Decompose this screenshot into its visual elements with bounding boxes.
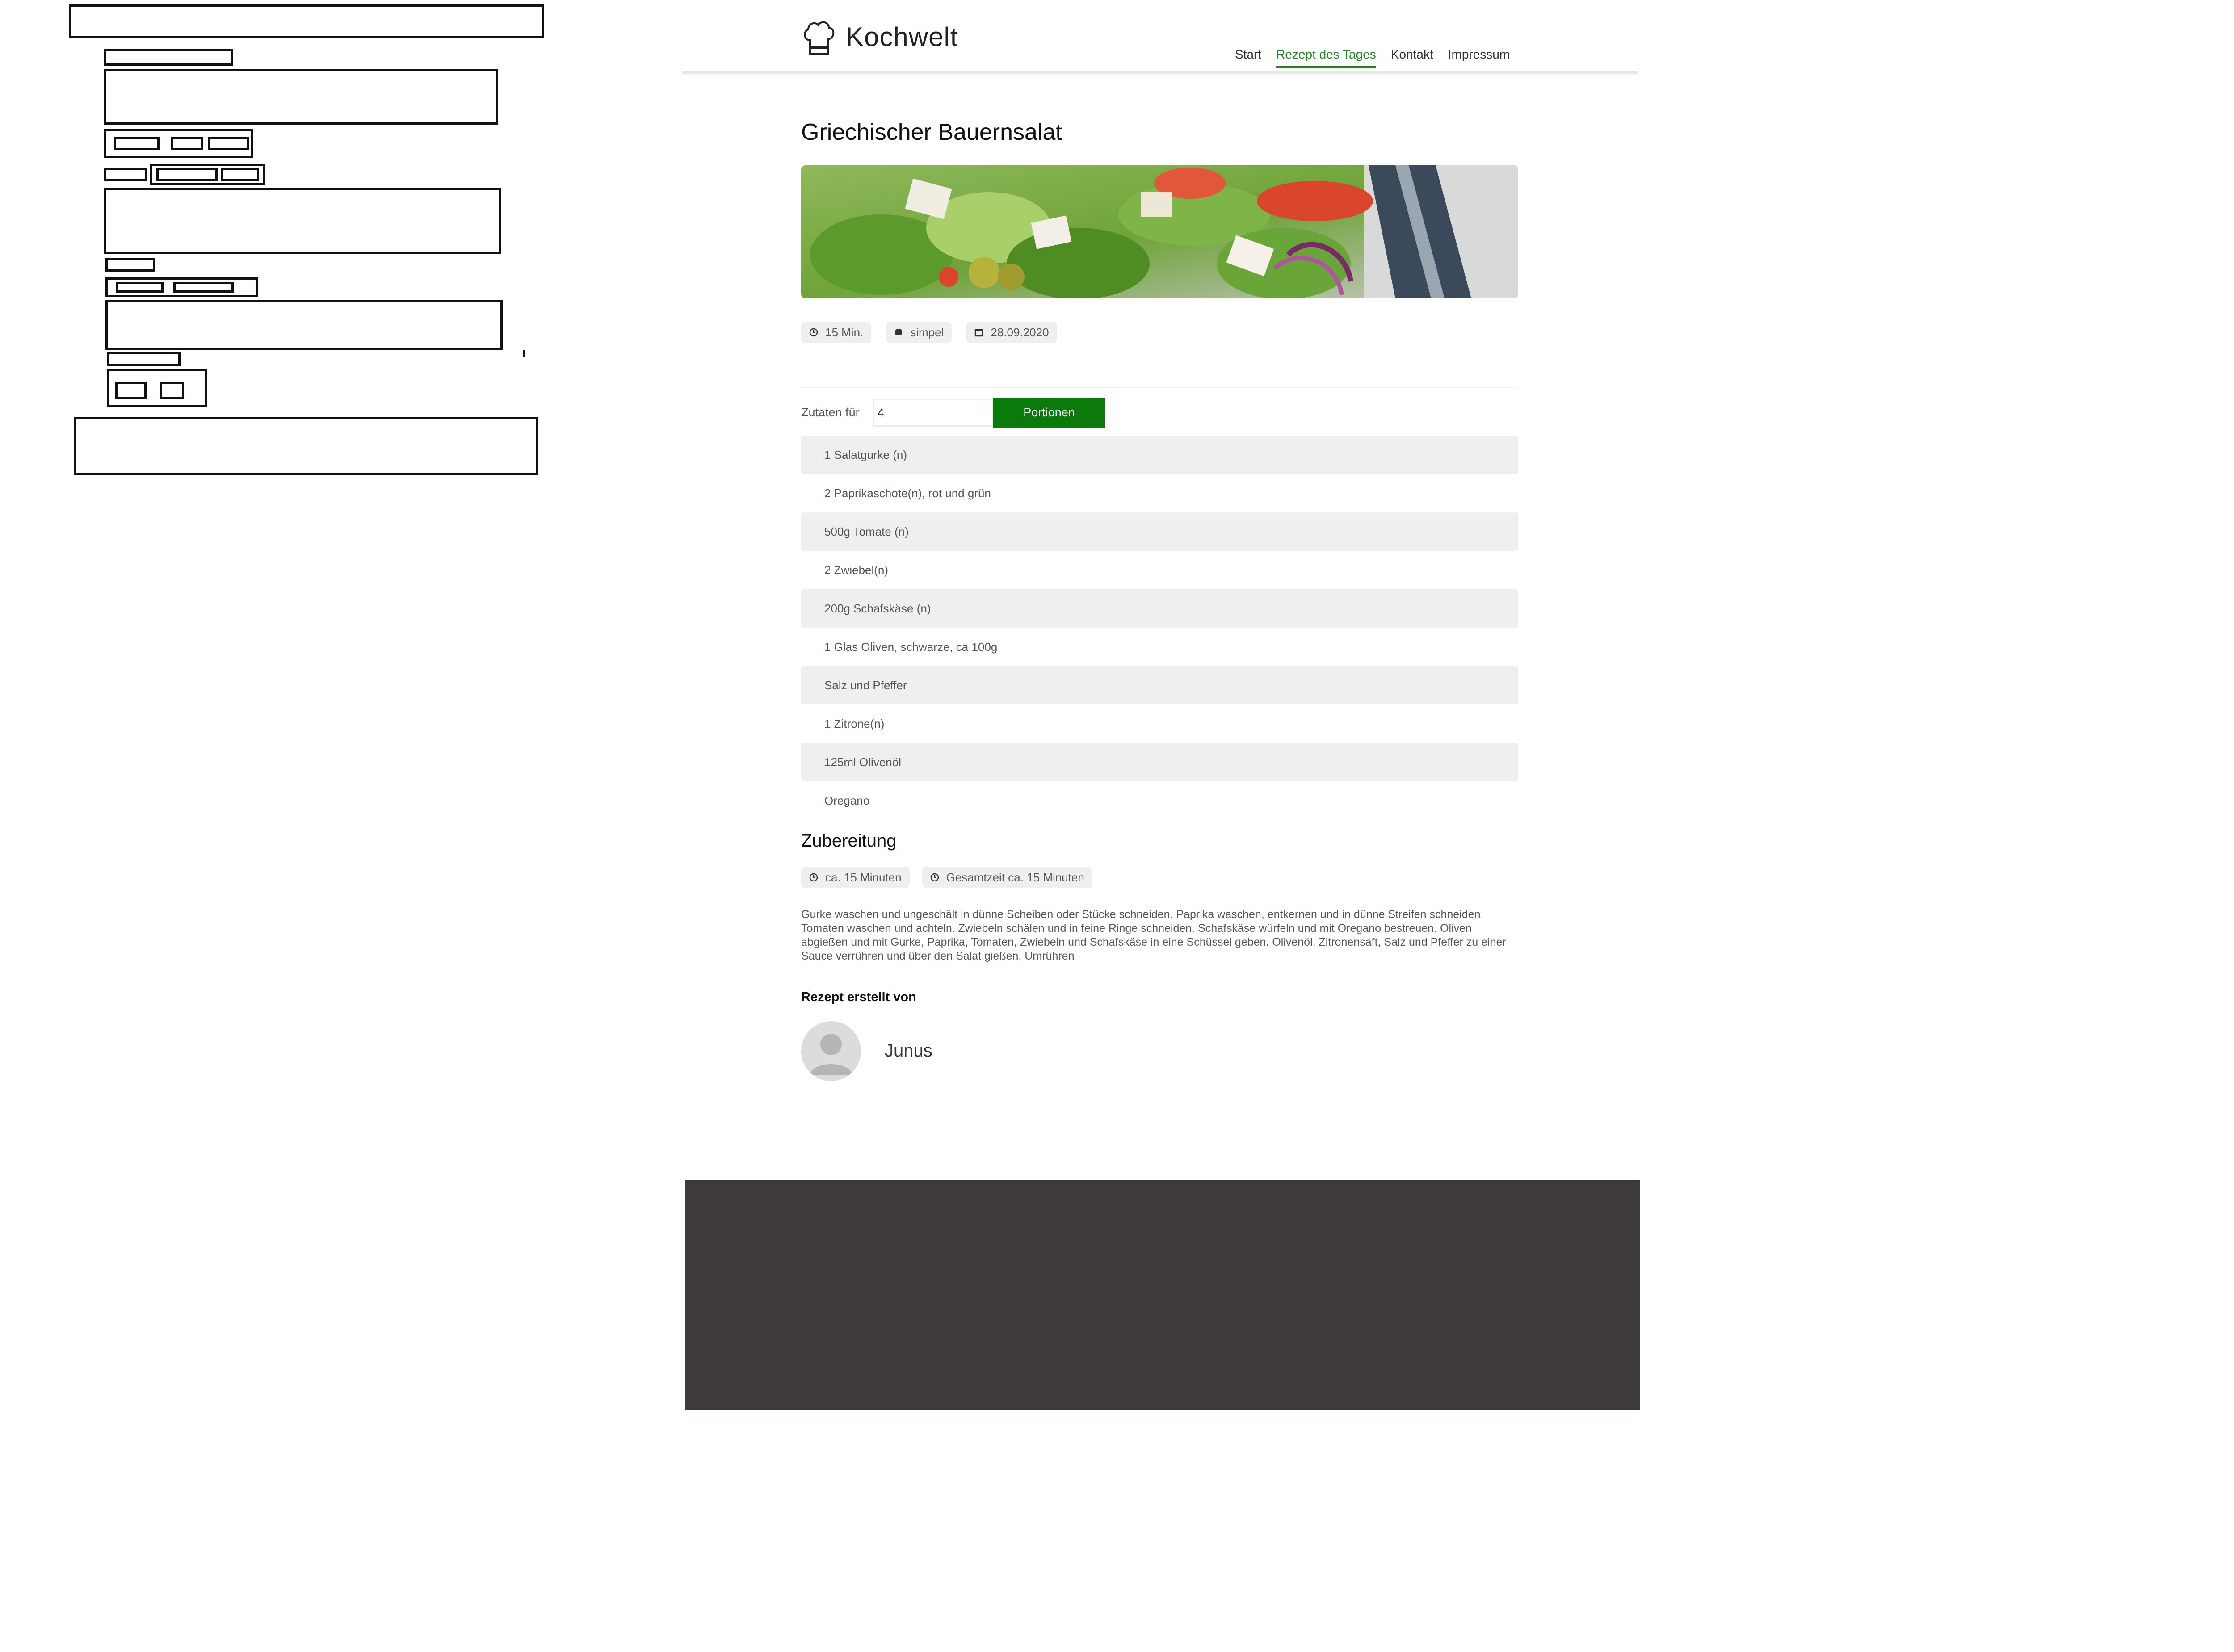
author-name[interactable]: Junus <box>885 1041 932 1061</box>
site-header: Kochwelt Start Rezept des Tages Kontakt … <box>682 0 1638 74</box>
wireframe-box <box>105 300 503 350</box>
date-text: 28.09.2020 <box>991 325 1049 339</box>
clock-icon <box>809 328 818 337</box>
calendar-icon <box>975 329 983 337</box>
wireframe-box <box>115 382 147 399</box>
preparation-text: Gurke waschen und ungeschält in dünne Sc… <box>801 908 1506 962</box>
nav-item-impressum[interactable]: Impressum <box>1448 47 1510 68</box>
author-heading: Rezept erstellt von <box>801 990 916 1004</box>
preparation-heading: Zubereitung <box>801 831 897 851</box>
user-avatar-icon <box>810 1034 852 1075</box>
wireframe-box <box>107 352 181 366</box>
chef-hat-icon <box>804 21 835 55</box>
ingredient-item: 1 Zitrone(n) <box>824 717 885 730</box>
wireframe-box <box>69 4 544 38</box>
brand-logo[interactable]: Kochwelt <box>801 17 958 56</box>
total-time-chip: Gesamtzeit ca. 15 Minuten <box>922 867 1092 888</box>
portions-button[interactable]: Portionen <box>993 398 1105 428</box>
difficulty-icon <box>895 329 902 335</box>
divider <box>801 387 1518 388</box>
ingredient-item: 2 Paprikaschote(n), rot und grün <box>824 486 991 500</box>
duration-text: 15 Min. <box>825 325 864 339</box>
ingredient-item: 500g Tomate (n) <box>801 512 1518 551</box>
prep-time-text: ca. 15 Minuten <box>825 870 902 884</box>
clock-icon <box>930 873 939 882</box>
ingredient-item: 1 Glas Oliven, schwarze, ca 100g <box>824 640 998 654</box>
avatar[interactable] <box>801 1021 861 1081</box>
difficulty-text: simpel <box>910 325 944 339</box>
wireframe-box <box>173 282 234 293</box>
ingredient-item: 125ml Olivenöl <box>801 743 1518 781</box>
difficulty-chip: simpel <box>886 322 952 343</box>
wireframe-box <box>74 417 538 475</box>
site-footer <box>685 1180 1640 1410</box>
date-chip: 28.09.2020 <box>966 322 1057 343</box>
wireframe-box <box>104 49 233 66</box>
wireframe-box <box>221 168 259 181</box>
recipe-hero-image <box>801 165 1518 298</box>
preparation-meta: ca. 15 Minuten Gesamtzeit ca. 15 Minuten <box>801 867 1092 888</box>
wireframe-box <box>114 137 160 150</box>
nav-item-start[interactable]: Start <box>1235 47 1261 68</box>
brand-name: Kochwelt <box>846 21 958 52</box>
salad-photo <box>801 165 1518 298</box>
recipe-meta: 15 Min. simpel 28.09.2020 <box>801 322 1057 343</box>
wireframe-marker <box>523 350 525 357</box>
servings-input[interactable]: 4 <box>873 398 993 427</box>
wireframe-box <box>104 69 498 125</box>
wireframe-box <box>171 137 203 150</box>
duration-chip: 15 Min. <box>801 322 872 343</box>
servings-control: Zutaten für 4 Portionen <box>801 398 1105 428</box>
wireframe-box <box>160 382 184 399</box>
wireframe-box <box>208 137 249 150</box>
nav-item-rezept-des-tages[interactable]: Rezept des Tages <box>1276 47 1376 68</box>
total-time-text: Gesamtzeit ca. 15 Minuten <box>946 870 1084 884</box>
ingredient-item: Oregano <box>824 793 870 807</box>
wireframe-box <box>156 168 218 181</box>
wireframe-box <box>105 258 155 272</box>
ingredient-list: 1 Salatgurke (n) 2 Paprikaschote(n), rot… <box>801 436 1518 820</box>
nav-item-kontakt[interactable]: Kontakt <box>1391 47 1433 68</box>
wireframe-box <box>104 188 501 254</box>
main-nav: Start Rezept des Tages Kontakt Impressum <box>1235 47 1510 68</box>
wireframe-box <box>104 168 147 181</box>
ingredient-item: 1 Salatgurke (n) <box>801 436 1518 474</box>
prep-time-chip: ca. 15 Minuten <box>801 867 910 888</box>
ingredient-item: 200g Schafskäse (n) <box>801 589 1518 628</box>
recipe-title: Griechischer Bauernsalat <box>801 119 1062 145</box>
ingredient-item: 2 Zwiebel(n) <box>824 563 889 577</box>
servings-label: Zutaten für <box>801 406 860 419</box>
wireframe-box <box>116 282 164 293</box>
ingredient-item: Salz und Pfeffer <box>801 666 1518 704</box>
clock-icon <box>809 873 818 882</box>
